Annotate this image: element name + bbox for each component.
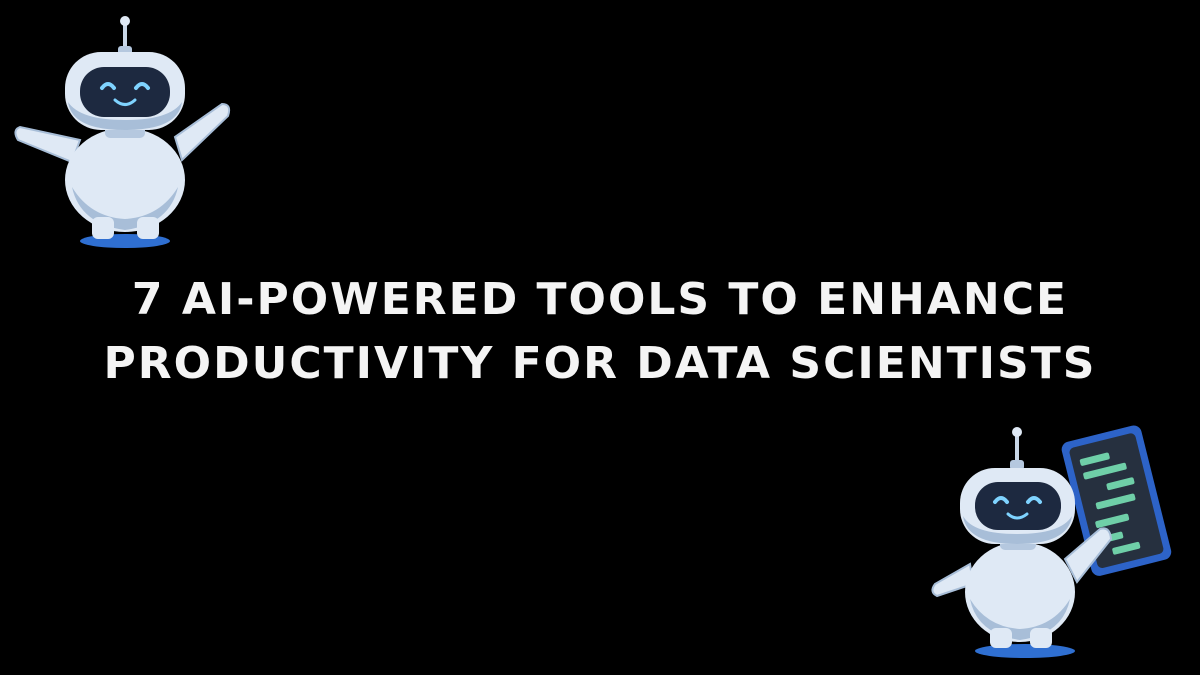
- waving-robot-icon: [14, 16, 231, 248]
- thumbnail-canvas: 7 AI-POWERED TOOLS TO ENHANCE PRODUCTIVI…: [0, 0, 1200, 675]
- headline-line-1: 7 AI-POWERED TOOLS TO ENHANCE: [131, 274, 1069, 325]
- headline-line-2: PRODUCTIVITY FOR DATA SCIENTISTS: [103, 338, 1097, 389]
- headline: 7 AI-POWERED TOOLS TO ENHANCE PRODUCTIVI…: [0, 268, 1200, 396]
- robot-holding-tablet-icon: [931, 425, 1172, 658]
